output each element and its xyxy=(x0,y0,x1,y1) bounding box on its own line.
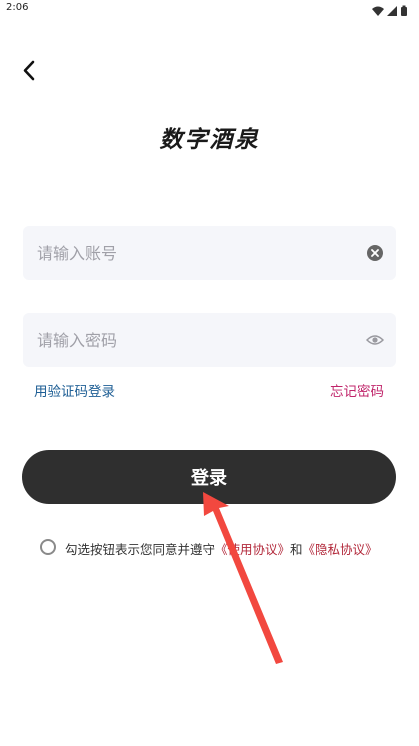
signal-icon xyxy=(387,6,397,16)
chevron-left-icon xyxy=(23,60,35,81)
status-time: 2:06 xyxy=(6,2,29,13)
terms-link[interactable]: 《使用协议》 xyxy=(215,542,290,557)
status-bar: 2:06 xyxy=(0,0,419,18)
agreement-checkbox[interactable] xyxy=(40,539,56,555)
forgot-password-link[interactable]: 忘记密码 xyxy=(330,380,384,400)
login-button[interactable]: 登录 xyxy=(22,450,396,504)
agreement-prefix: 勾选按钮表示您同意并遵守 xyxy=(65,542,216,557)
password-field xyxy=(23,313,396,367)
agreement-and: 和 xyxy=(290,542,303,557)
clear-icon[interactable] xyxy=(366,244,384,262)
sms-login-link[interactable]: 用验证码登录 xyxy=(34,380,115,400)
red-arrow-annotation xyxy=(203,492,283,664)
account-input[interactable] xyxy=(23,226,343,280)
wifi-icon xyxy=(372,6,384,16)
account-field xyxy=(23,226,396,280)
status-icons xyxy=(371,2,411,21)
eye-icon[interactable] xyxy=(365,331,385,349)
battery-icon xyxy=(401,5,407,16)
back-button[interactable] xyxy=(14,56,44,86)
password-input[interactable] xyxy=(23,313,343,367)
agreement-text: 勾选按钮表示您同意并遵守《使用协议》和《隐私协议》 xyxy=(65,539,378,558)
app-title: 数字酒泉 xyxy=(159,126,260,153)
privacy-link[interactable]: 《隐私协议》 xyxy=(303,542,378,557)
